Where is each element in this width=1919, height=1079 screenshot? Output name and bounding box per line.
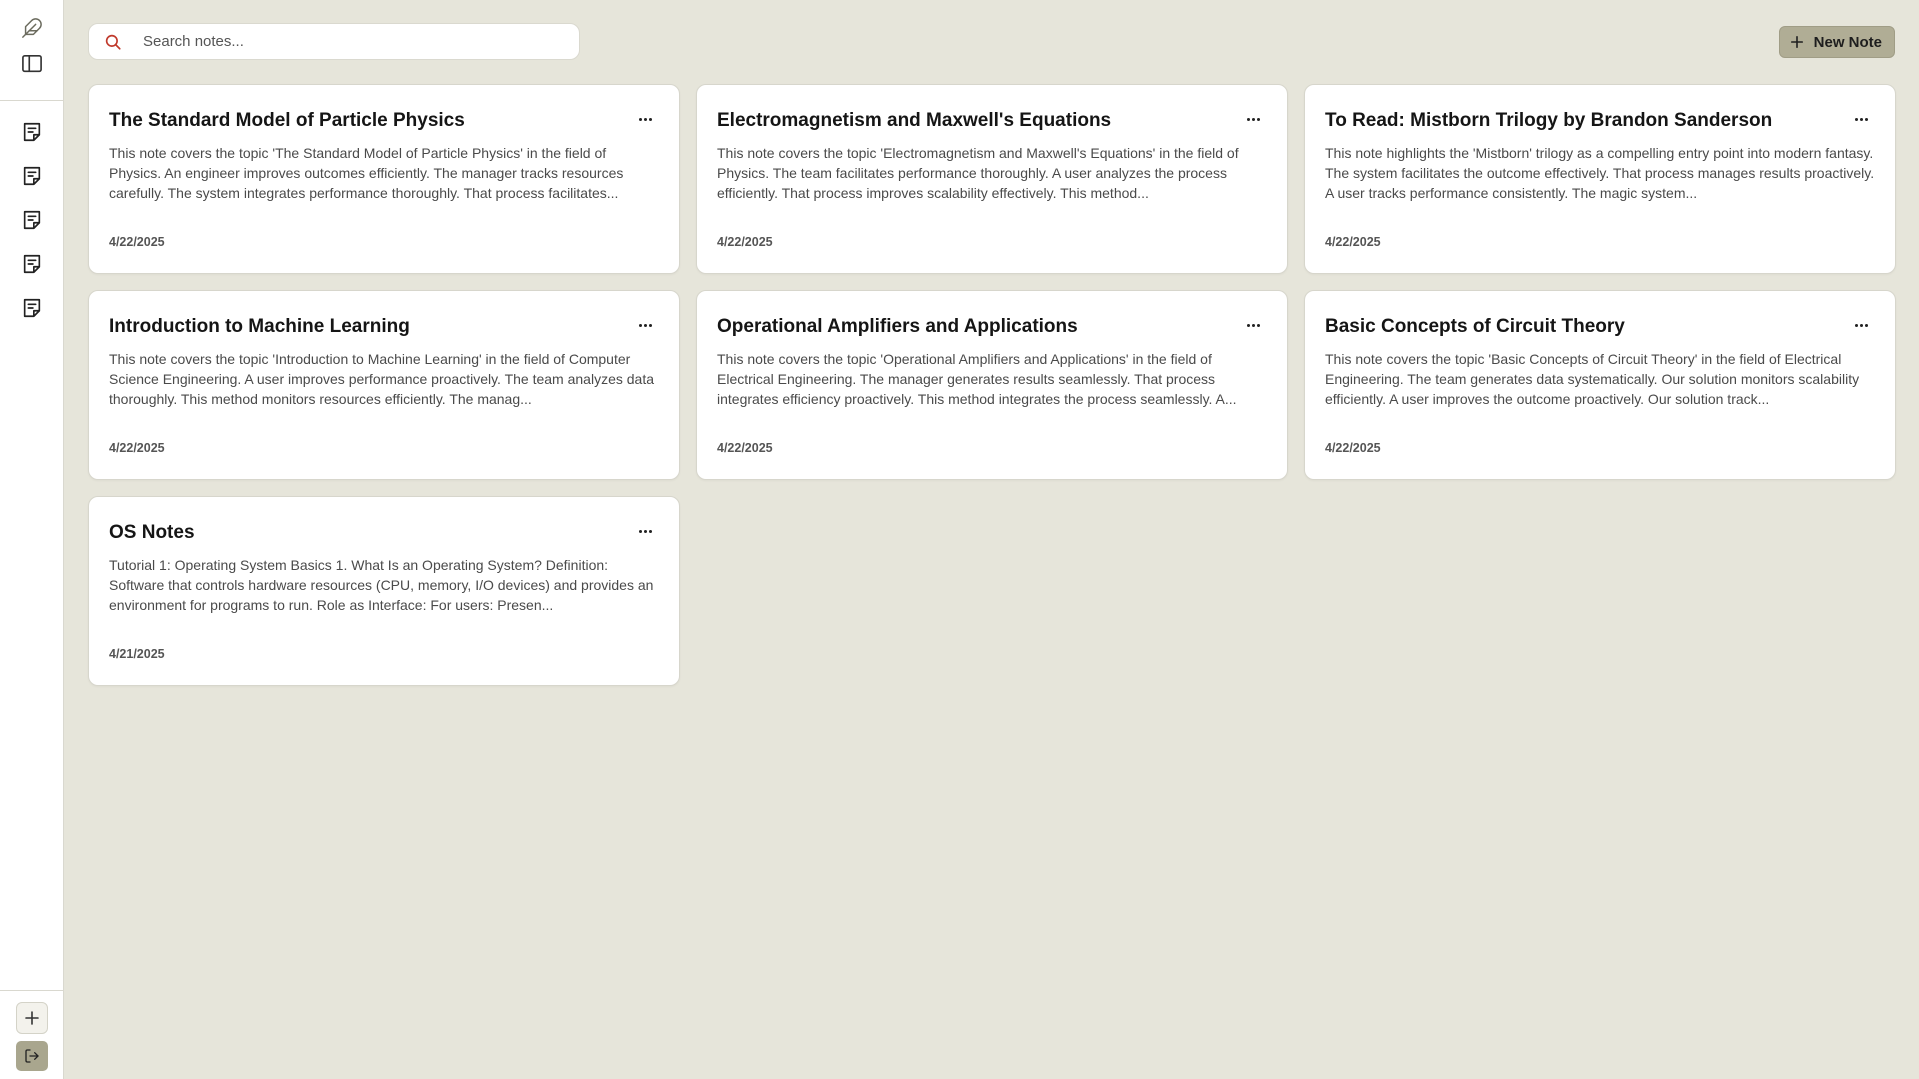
- sidebar-divider: [0, 990, 63, 991]
- note-card[interactable]: The Standard Model of Particle Physics Th…: [88, 84, 680, 274]
- note-card[interactable]: To Read: Mistborn Trilogy by Brandon San…: [1304, 84, 1896, 274]
- note-date: 4/21/2025: [109, 647, 165, 661]
- note-title: The Standard Model of Particle Physics: [109, 110, 465, 131]
- note-date: 4/22/2025: [717, 441, 773, 455]
- note-icon[interactable]: [14, 114, 50, 150]
- note-preview: This note covers the topic 'Basic Concep…: [1325, 351, 1860, 407]
- note-preview: Tutorial 1: Operating System Basics 1. W…: [109, 557, 654, 613]
- more-options-icon[interactable]: [1849, 109, 1873, 129]
- note-title: OS Notes: [109, 522, 195, 543]
- sidebar-toggle-icon[interactable]: [14, 46, 50, 82]
- note-preview: This note covers the topic 'The Standard…: [109, 145, 624, 201]
- note-title: Electromagnetism and Maxwell's Equations: [717, 110, 1112, 131]
- note-icon[interactable]: [14, 246, 50, 282]
- note-title: Introduction to Machine Learning: [109, 316, 410, 337]
- add-note-icon[interactable]: [16, 1002, 48, 1034]
- more-options-icon[interactable]: [633, 315, 657, 335]
- note-title: To Read: Mistborn Trilogy by Brandon San…: [1325, 110, 1773, 131]
- sidebar: [0, 0, 64, 1079]
- note-date: 4/22/2025: [717, 235, 773, 249]
- note-preview: This note covers the topic 'Electromagne…: [717, 145, 1239, 201]
- note-title: Basic Concepts of Circuit Theory: [1325, 316, 1625, 337]
- more-options-icon[interactable]: [1241, 315, 1265, 335]
- note-icon[interactable]: [14, 290, 50, 326]
- sidebar-divider: [0, 100, 63, 101]
- more-options-icon[interactable]: [1241, 109, 1265, 129]
- more-options-icon[interactable]: [1849, 315, 1873, 335]
- more-options-icon[interactable]: [633, 109, 657, 129]
- search-icon: [93, 33, 133, 51]
- search-input[interactable]: [143, 33, 563, 50]
- note-card[interactable]: Operational Amplifiers and Applications T…: [696, 290, 1288, 480]
- new-note-button[interactable]: New Note: [1778, 26, 1895, 58]
- note-icon[interactable]: [14, 158, 50, 194]
- note-card[interactable]: Basic Concepts of Circuit Theory This not…: [1304, 290, 1896, 480]
- new-note-label: New Note: [1813, 33, 1882, 51]
- app-window: New Note The Standard Model of Particle …: [0, 0, 1919, 1079]
- logout-icon[interactable]: [16, 1041, 48, 1071]
- note-date: 4/22/2025: [109, 441, 165, 455]
- note-card[interactable]: Introduction to Machine Learning This not…: [88, 290, 680, 480]
- plus-icon: [1790, 35, 1803, 49]
- more-options-icon[interactable]: [633, 521, 657, 541]
- note-title: Operational Amplifiers and Applications: [717, 316, 1078, 337]
- note-card[interactable]: OS Notes Tutorial 1: Operating System Bas…: [88, 496, 680, 686]
- note-icon[interactable]: [14, 202, 50, 238]
- search-bar[interactable]: [88, 23, 580, 60]
- note-preview: This note covers the topic 'Operational …: [717, 351, 1237, 407]
- note-preview: This note covers the topic 'Introduction…: [109, 351, 654, 407]
- note-date: 4/22/2025: [1325, 235, 1381, 249]
- note-date: 4/22/2025: [1325, 441, 1381, 455]
- note-date: 4/22/2025: [109, 235, 165, 249]
- notes-grid: The Standard Model of Particle Physics Th…: [88, 84, 1896, 686]
- note-preview: This note highlights the 'Mistborn' tril…: [1325, 145, 1875, 201]
- feather-logo-icon[interactable]: [14, 10, 50, 46]
- note-card[interactable]: Electromagnetism and Maxwell's Equations…: [696, 84, 1288, 274]
